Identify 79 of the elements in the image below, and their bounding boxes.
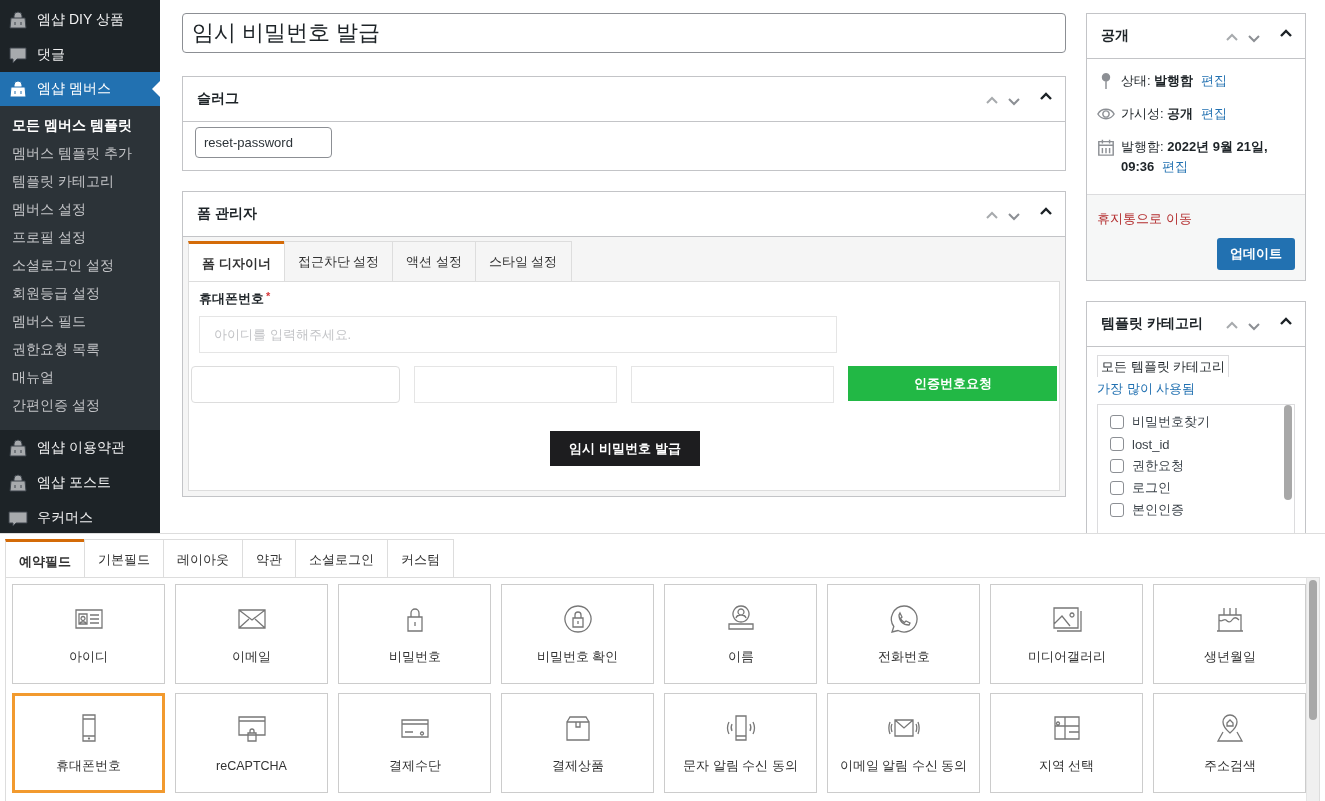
edit-link[interactable]: 편집 xyxy=(1200,73,1227,88)
submit-button[interactable]: 임시 비밀번호 발급 xyxy=(550,431,700,466)
submenu-item[interactable]: 권한요청 목록 xyxy=(0,336,160,364)
checkbox[interactable] xyxy=(1110,481,1124,495)
field-category-tab[interactable]: 커스텀 xyxy=(387,539,454,577)
checkbox[interactable] xyxy=(1110,415,1124,429)
submenu-item[interactable]: 프로필 설정 xyxy=(0,224,160,252)
field-tile[interactable]: 결제수단 xyxy=(338,693,491,793)
sidebar-menu-item[interactable]: 엠샵 멤버스 xyxy=(0,72,160,106)
update-button[interactable]: 업데이트 xyxy=(1217,238,1295,270)
id-input-field[interactable]: 아이디를 입력해주세요. xyxy=(199,316,837,353)
bag-icon xyxy=(8,9,28,30)
bag-icon xyxy=(8,79,28,99)
speech-bubble-icon xyxy=(8,44,28,65)
form-tab[interactable]: 폼 디자이너 xyxy=(188,241,285,281)
field-tile[interactable]: 지역 선택 xyxy=(990,693,1143,793)
sidebar-menu-item[interactable]: 엠샵 포스트 xyxy=(0,465,160,500)
panel-title: 폼 관리자 xyxy=(197,205,257,223)
category-tab[interactable]: 가장 많이 사용됨 xyxy=(1097,379,1196,398)
field-tile[interactable]: 비밀번호 xyxy=(338,584,491,684)
publish-info-text: 가시성: 공개 편집 xyxy=(1121,105,1227,123)
phone-input-field[interactable] xyxy=(414,366,617,403)
edit-link[interactable]: 편집 xyxy=(1161,159,1188,174)
sidebar-menu-item[interactable]: 엠샵 이용약관 xyxy=(0,430,160,465)
trash-link[interactable]: 휴지통으로 이동 xyxy=(1097,211,1192,226)
publish-info-text: 상태: 발행함 편집 xyxy=(1121,72,1227,90)
panel-title: 템플릿 카테고리 xyxy=(1101,315,1203,333)
field-tile[interactable]: 이메일 xyxy=(175,584,328,684)
category-label: 본인인증 xyxy=(1132,501,1184,519)
sidebar-menu-item[interactable]: 우커머스 xyxy=(0,500,160,535)
panel-title: 슬러그 xyxy=(197,90,239,108)
calendar-icon xyxy=(1097,138,1115,156)
field-tile[interactable]: 비밀번호 확인 xyxy=(501,584,654,684)
field-category-tab[interactable]: 예약필드 xyxy=(5,539,85,577)
submenu-item[interactable]: 멤버스 필드 xyxy=(0,308,160,336)
field-tile[interactable]: 결제상품 xyxy=(501,693,654,793)
submenu-item[interactable]: 모든 멤버스 템플릿 xyxy=(0,112,160,140)
browser-padlock-icon xyxy=(235,713,268,745)
category-label: 권한요청 xyxy=(1132,457,1184,475)
category-label: lost_id xyxy=(1132,436,1170,452)
publish-info-text: 발행함: 2022년 9월 21일, 09:36 편집 xyxy=(1121,138,1269,176)
category-tab[interactable]: 모든 템플릿 카테고리 xyxy=(1097,355,1230,377)
phone-input-field[interactable] xyxy=(191,366,400,403)
field-tile[interactable]: 휴대폰번호 xyxy=(12,693,165,793)
title-field[interactable]: 임시 비밀번호 발급 xyxy=(182,13,1066,53)
submenu-item[interactable]: 간편인증 설정 xyxy=(0,392,160,420)
slug-field[interactable]: reset-password xyxy=(195,127,332,158)
field-tile[interactable]: 생년월일 xyxy=(1153,584,1306,684)
category-label: 로그인 xyxy=(1132,479,1171,497)
sidebar-menu-item[interactable]: 댓글 xyxy=(0,37,160,72)
panel-title: 공개 xyxy=(1101,27,1129,45)
field-tile[interactable]: 미디어갤러리 xyxy=(990,584,1143,684)
scrollbar[interactable] xyxy=(1306,578,1319,801)
field-tile[interactable]: reCAPTCHA xyxy=(175,693,328,793)
field-tile[interactable]: 아이디 xyxy=(12,584,165,684)
field-tile[interactable]: 이름 xyxy=(664,584,817,684)
field-tile[interactable]: 전화번호 xyxy=(827,584,980,684)
sidebar-menu-item[interactable]: 엠샵 DIY 상품 xyxy=(0,2,160,37)
submenu-item[interactable]: 소셜로그인 설정 xyxy=(0,252,160,280)
field-tile[interactable]: 문자 알림 수신 동의 xyxy=(664,693,817,793)
category-label: 비밀번호찾기 xyxy=(1132,413,1210,431)
submenu-item[interactable]: 매뉴얼 xyxy=(0,364,160,392)
bag-icon xyxy=(8,472,28,493)
submenu-item[interactable]: 템플릿 카테고리 xyxy=(0,168,160,196)
field-label: 휴대폰번호 xyxy=(199,291,264,306)
submenu-item[interactable]: 회원등급 설정 xyxy=(0,280,160,308)
field-tile[interactable]: 주소검색 xyxy=(1153,693,1306,793)
edit-link[interactable]: 편집 xyxy=(1200,106,1227,121)
phone-input-field[interactable] xyxy=(631,366,834,403)
checkbox[interactable] xyxy=(1110,437,1124,451)
submenu-item[interactable]: 멤버스 템플릿 추가 xyxy=(0,140,160,168)
field-tile[interactable]: 이메일 알림 수신 동의 xyxy=(827,693,980,793)
scrollbar[interactable] xyxy=(1284,405,1292,500)
form-tab[interactable]: 스타일 설정 xyxy=(474,241,572,281)
checkbox[interactable] xyxy=(1110,459,1124,473)
bag-icon xyxy=(8,437,28,458)
submenu-item[interactable]: 멤버스 설정 xyxy=(0,196,160,224)
checkbox[interactable] xyxy=(1110,503,1124,517)
required-mark: * xyxy=(266,290,271,302)
